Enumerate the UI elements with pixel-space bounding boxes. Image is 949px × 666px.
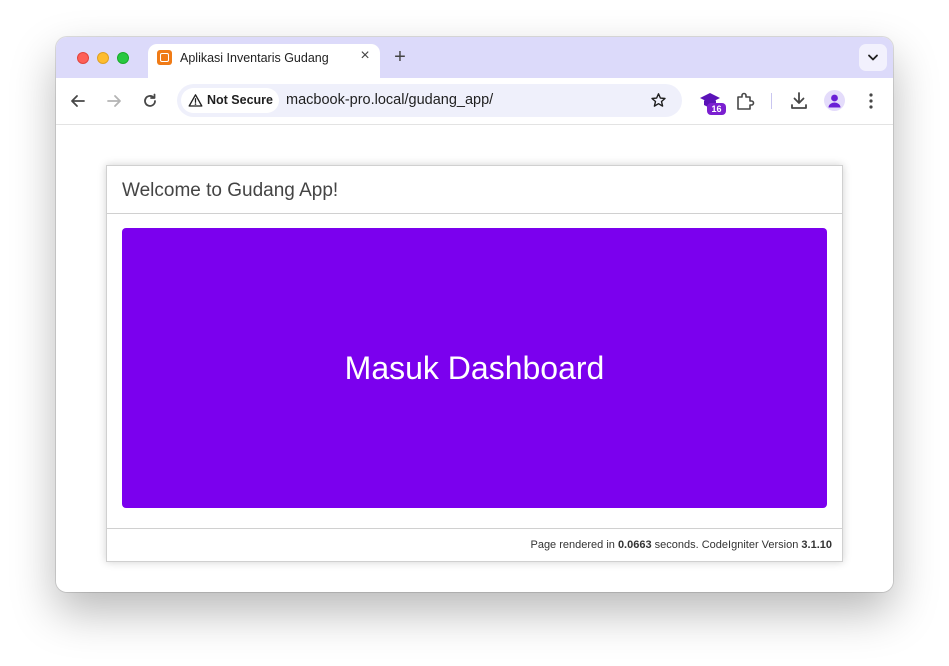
chevron-down-icon xyxy=(868,54,878,61)
dashboard-button-label: Masuk Dashboard xyxy=(344,349,605,386)
browser-menu-button[interactable] xyxy=(859,89,883,113)
codeigniter-favicon-icon xyxy=(157,50,172,65)
download-icon xyxy=(791,92,807,109)
profile-avatar[interactable] xyxy=(824,90,845,111)
toolbar-divider xyxy=(771,93,772,109)
warning-triangle-icon xyxy=(188,94,203,107)
browser-window: Aplikasi Inventaris Gudang × + Not Secur… xyxy=(56,37,893,592)
footer-text: Page rendered in 0.0663 seconds. CodeIgn… xyxy=(530,539,832,551)
reload-button[interactable] xyxy=(138,89,162,113)
tab-strip: Aplikasi Inventaris Gudang × + xyxy=(56,37,893,78)
downloads-button[interactable] xyxy=(787,89,811,113)
page-footer: Page rendered in 0.0663 seconds. CodeIgn… xyxy=(107,528,842,561)
url-text[interactable]: macbook-pro.local/gudang_app/ xyxy=(286,92,493,108)
back-button[interactable] xyxy=(66,89,90,113)
welcome-container: Welcome to Gudang App! Masuk Dashboard P… xyxy=(106,165,843,562)
ci-version: 3.1.10 xyxy=(801,539,832,551)
security-indicator[interactable]: Not Secure xyxy=(181,88,279,113)
extension-badge-count: 16 xyxy=(707,103,726,115)
person-icon xyxy=(828,94,841,108)
security-label: Not Secure xyxy=(207,93,273,107)
zoom-window-button[interactable] xyxy=(117,52,129,64)
forward-button[interactable] xyxy=(102,89,126,113)
arrow-right-icon xyxy=(107,95,121,107)
masuk-dashboard-button[interactable]: Masuk Dashboard xyxy=(122,228,827,508)
page-title: Welcome to Gudang App! xyxy=(122,180,339,201)
close-window-button[interactable] xyxy=(77,52,89,64)
browser-toolbar: Not Secure macbook-pro.local/gudang_app/… xyxy=(56,78,893,125)
extensions-menu-button[interactable] xyxy=(733,89,757,113)
arrow-left-icon xyxy=(71,95,85,107)
tab-title: Aplikasi Inventaris Gudang xyxy=(180,51,329,65)
reload-icon xyxy=(144,93,156,107)
tab-search-button[interactable] xyxy=(859,44,887,71)
puzzle-piece-icon xyxy=(737,92,755,110)
render-time: 0.0663 xyxy=(617,539,652,551)
footer-prefix: Page rendered in xyxy=(530,539,618,551)
page-viewport: Welcome to Gudang App! Masuk Dashboard P… xyxy=(56,125,893,592)
minimize-window-button[interactable] xyxy=(97,52,109,64)
tab-close-icon[interactable]: × xyxy=(357,48,373,64)
tab-active[interactable]: Aplikasi Inventaris Gudang × xyxy=(148,44,380,78)
header-divider xyxy=(107,213,842,214)
bookmark-star-icon[interactable] xyxy=(650,92,667,109)
address-bar[interactable]: Not Secure macbook-pro.local/gudang_app/ xyxy=(177,84,682,117)
footer-middle: seconds. CodeIgniter Version xyxy=(651,539,802,551)
new-tab-button[interactable]: + xyxy=(390,47,410,67)
three-dots-vertical-icon xyxy=(869,93,873,109)
